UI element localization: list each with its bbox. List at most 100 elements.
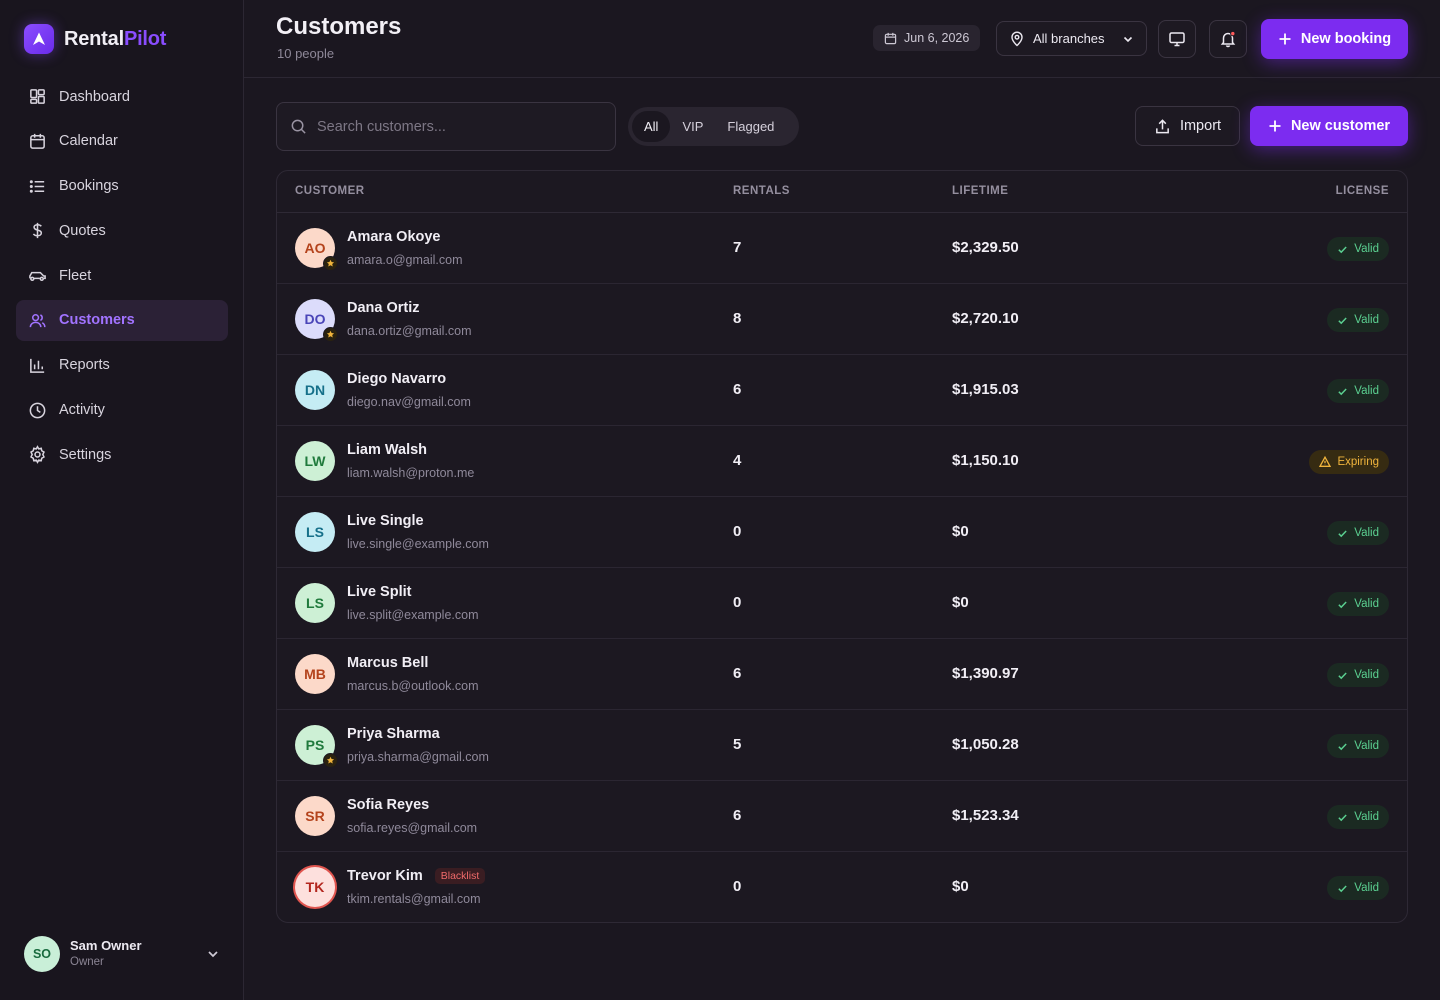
table-row[interactable]: PS Priya Sharma priya.sharma@gmail.com 5 $1,… <box>277 710 1407 781</box>
filter-all[interactable]: All <box>632 111 671 142</box>
avatar: LS <box>295 512 335 552</box>
customer-name[interactable]: Marcus Bell <box>347 655 428 671</box>
filter-flagged[interactable]: Flagged <box>715 111 786 142</box>
customer-name-text: Liam Walsh <box>347 442 428 458</box>
search-input[interactable] <box>317 118 597 135</box>
import-button[interactable]: Import <box>1135 106 1240 146</box>
user-role: Owner <box>70 956 104 969</box>
dashboard-icon <box>30 89 45 104</box>
avatar: DO <box>295 299 338 342</box>
table-row[interactable]: TK Trevor Kim Blacklist tkim.rentals@gmail.… <box>277 852 1407 922</box>
customer-name[interactable]: Live Split <box>347 584 411 600</box>
user-menu[interactable]: SO Sam Owner Owner <box>24 936 220 972</box>
customer-name[interactable]: Amara Okoye <box>347 229 441 245</box>
sidebar-item-bookings[interactable]: Bookings <box>16 166 228 207</box>
license-status-badge: Valid <box>1327 521 1389 545</box>
table-row[interactable]: LW Liam Walsh liam.walsh@proton.me 4 $1,150.… <box>277 426 1407 497</box>
column-header-license[interactable]: LICENSE <box>1336 185 1389 197</box>
brand[interactable]: RentalPilot <box>24 24 166 54</box>
customer-name-text: Live Single <box>347 513 424 529</box>
sidebar-item-calendar[interactable]: Calendar <box>16 121 228 162</box>
customer-name-text: Priya Sharma <box>347 726 440 742</box>
lifetime-value: $0 <box>952 594 969 611</box>
license-status-badge: Valid <box>1327 308 1389 332</box>
table-row[interactable]: LS Live Single live.single@example.com 0 $0 V… <box>277 497 1407 568</box>
license-status-text: Valid <box>1354 669 1379 681</box>
table-row[interactable]: LS Live Split live.split@example.com 0 $0 Val… <box>277 568 1407 639</box>
sidebar-item-label: Quotes <box>59 222 106 239</box>
plus-icon <box>1279 33 1291 45</box>
avatar-initials: LW <box>304 453 326 469</box>
check-icon <box>1338 530 1347 537</box>
avatar-initials: PS <box>305 737 325 753</box>
license-status-badge: Valid <box>1327 592 1389 616</box>
brand-name: RentalPilot <box>64 28 166 51</box>
sidebar-item-fleet[interactable]: Fleet <box>16 255 228 296</box>
filter-tabs: All VIP Flagged <box>628 107 799 146</box>
chevron-down-icon[interactable] <box>206 947 220 961</box>
customer-name[interactable]: Trevor Kim Blacklist <box>347 868 486 884</box>
customer-name[interactable]: Priya Sharma <box>347 726 440 742</box>
avatar: LS <box>295 583 335 623</box>
customer-email: tkim.rentals@gmail.com <box>347 892 481 906</box>
date-chip[interactable]: Jun 6, 2026 <box>873 25 981 51</box>
new-customer-button[interactable]: New customer <box>1250 106 1408 146</box>
sidebar-item-label: Customers <box>59 312 135 329</box>
sidebar-item-dashboard[interactable]: Dashboard <box>16 76 228 117</box>
car-icon <box>29 272 46 282</box>
avatar-initials: LS <box>306 595 324 611</box>
table-body: AO Amara Okoye amara.o@gmail.com 7 $2,329.50… <box>277 213 1407 922</box>
lifetime-value: $1,915.03 <box>952 381 1019 398</box>
plus-icon <box>1269 120 1281 132</box>
table-row[interactable]: MB Marcus Bell marcus.b@outlook.com 6 $1,390… <box>277 639 1407 710</box>
customer-name[interactable]: Dana Ortiz <box>347 300 420 316</box>
avatar-initials: SR <box>305 808 325 824</box>
rentals-count: 6 <box>733 807 742 824</box>
date-label: Jun 6, 2026 <box>904 31 970 45</box>
branch-select-value: All branches <box>1033 31 1105 46</box>
lifetime-value: $1,390.97 <box>952 665 1019 682</box>
customer-name[interactable]: Live Single <box>347 513 424 529</box>
calendar-icon <box>884 32 897 44</box>
sidebar-item-settings[interactable]: Settings <box>16 434 228 475</box>
sidebar-item-label: Calendar <box>59 133 118 150</box>
customer-name[interactable]: Diego Navarro <box>347 371 446 387</box>
notifications-button[interactable] <box>1209 20 1247 58</box>
search-field[interactable] <box>276 102 616 151</box>
display-button[interactable] <box>1158 20 1196 58</box>
table-row[interactable]: DN Diego Navarro diego.nav@gmail.com 6 $1,91… <box>277 355 1407 426</box>
customer-email: liam.walsh@proton.me <box>347 466 475 480</box>
license-status-text: Valid <box>1354 314 1379 326</box>
customer-name-text: Amara Okoye <box>347 229 441 245</box>
avatar-initials: LS <box>306 524 324 540</box>
rentals-count: 6 <box>733 381 742 398</box>
customer-name[interactable]: Liam Walsh <box>347 442 427 458</box>
rentals-count: 5 <box>733 736 742 753</box>
brand-name-part-1: Rental <box>64 27 124 50</box>
table-row[interactable]: SR Sofia Reyes sofia.reyes@gmail.com 6 $1,52… <box>277 781 1407 852</box>
table-row[interactable]: AO Amara Okoye amara.o@gmail.com 7 $2,329.50… <box>277 213 1407 284</box>
sidebar-item-label: Reports <box>59 357 110 374</box>
license-status-text: Valid <box>1354 598 1379 610</box>
license-status-badge: Valid <box>1327 876 1389 900</box>
branch-select[interactable]: All branches <box>996 21 1147 56</box>
sidebar-item-quotes[interactable]: Quotes <box>16 210 228 251</box>
users-icon <box>29 314 46 328</box>
column-header-lifetime[interactable]: LIFETIME <box>952 185 1008 197</box>
sidebar-item-reports[interactable]: Reports <box>16 345 228 386</box>
sidebar-item-customers[interactable]: Customers <box>16 299 228 341</box>
column-header-customer[interactable]: CUSTOMER <box>295 185 365 197</box>
filter-vip[interactable]: VIP <box>670 111 715 142</box>
new-booking-button[interactable]: New booking <box>1261 19 1408 59</box>
customer-name-text: Dana Ortiz <box>347 300 420 316</box>
sidebar-item-activity[interactable]: Activity <box>16 390 228 431</box>
customer-email: diego.nav@gmail.com <box>347 395 471 409</box>
customer-name[interactable]: Sofia Reyes <box>347 797 429 813</box>
logo-icon <box>24 24 54 54</box>
new-customer-label: New customer <box>1290 118 1391 134</box>
search-icon <box>291 119 306 134</box>
table-row[interactable]: DO Dana Ortiz dana.ortiz@gmail.com 8 $2,720.… <box>277 284 1407 355</box>
vip-star-icon <box>323 327 338 342</box>
upload-icon <box>1156 118 1169 133</box>
column-header-rentals[interactable]: RENTALS <box>733 185 790 197</box>
